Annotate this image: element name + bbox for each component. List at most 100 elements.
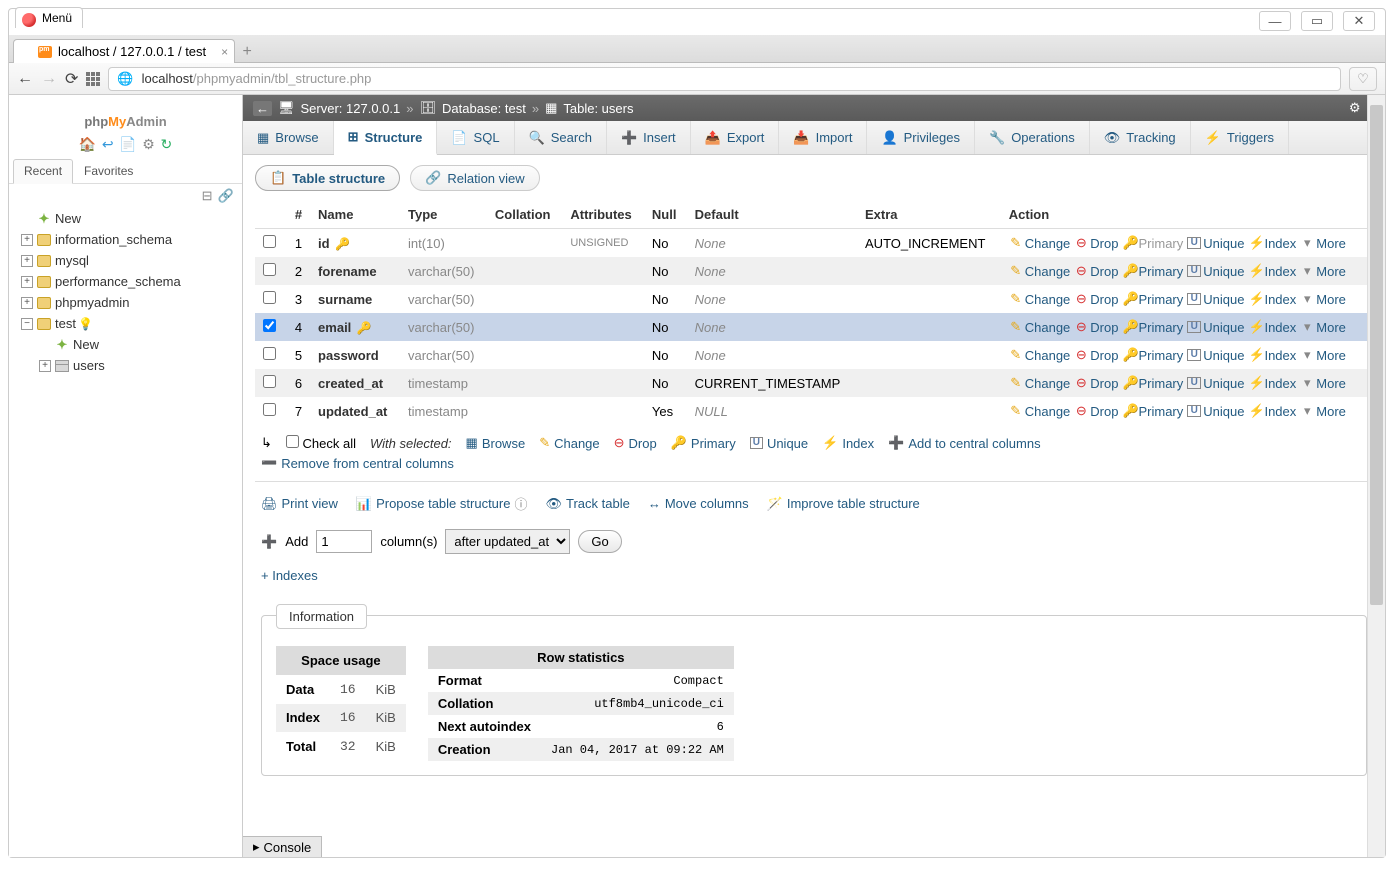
reload-icon[interactable]: ↻: [160, 136, 172, 153]
add-count-input[interactable]: [316, 530, 372, 553]
nav-structure[interactable]: ⊞Structure: [334, 121, 438, 155]
action-change[interactable]: ✎Change: [1009, 347, 1071, 363]
bulk-browse[interactable]: ▦Browse: [466, 435, 526, 451]
tab-favorites[interactable]: Favorites: [73, 159, 144, 183]
action-index[interactable]: ⚡Index: [1248, 235, 1296, 251]
bulk-add-central[interactable]: ➕Add to central columns: [888, 435, 1040, 451]
new-tab-button[interactable]: +: [235, 42, 259, 62]
bulk-index[interactable]: ⚡Index: [822, 435, 874, 451]
bulk-drop[interactable]: ⊖Drop: [614, 435, 657, 451]
nav-operations[interactable]: 🔧Operations: [975, 121, 1090, 154]
action-primary[interactable]: 🔑Primary: [1122, 291, 1183, 307]
nav-search[interactable]: 🔍Search: [515, 121, 607, 154]
tab-close-icon[interactable]: ×: [221, 45, 228, 59]
action-change[interactable]: ✎Change: [1009, 291, 1071, 307]
go-button[interactable]: Go: [578, 530, 621, 553]
action-drop[interactable]: ⊖Drop: [1074, 319, 1118, 335]
action-primary[interactable]: 🔑Primary: [1122, 347, 1183, 363]
action-primary[interactable]: 🔑Primary: [1122, 263, 1183, 279]
collapse-icon[interactable]: ⊟: [202, 188, 213, 203]
action-drop[interactable]: ⊖Drop: [1074, 347, 1118, 363]
nav-sql[interactable]: 📄SQL: [437, 121, 514, 154]
bulk-unique[interactable]: UUnique: [750, 436, 808, 451]
action-index[interactable]: ⚡Index: [1248, 403, 1296, 419]
bookmark-button[interactable]: ♡: [1349, 67, 1377, 91]
row-checkbox[interactable]: [263, 235, 276, 248]
docs-icon[interactable]: 📄: [119, 136, 136, 153]
browser-tab[interactable]: localhost / 127.0.0.1 / test ×: [13, 39, 235, 63]
window-close-button[interactable]: ✕: [1343, 11, 1375, 31]
action-unique[interactable]: UUnique: [1187, 291, 1244, 307]
forward-button[interactable]: →: [41, 70, 57, 88]
action-change[interactable]: ✎Change: [1009, 319, 1071, 335]
page-settings-icon[interactable]: ⚙: [1349, 100, 1361, 116]
action-more[interactable]: ▾More: [1300, 319, 1346, 335]
action-unique[interactable]: UUnique: [1187, 375, 1244, 391]
nav-browse[interactable]: ▦Browse: [243, 121, 334, 154]
row-checkbox[interactable]: [263, 319, 276, 332]
address-bar[interactable]: 🌐 localhost/phpmyadmin/tbl_structure.php: [108, 67, 1341, 91]
move-columns[interactable]: ↔Move columns: [648, 496, 749, 511]
logout-icon[interactable]: ↩: [102, 136, 114, 153]
row-checkbox[interactable]: [263, 375, 276, 388]
console-toggle[interactable]: ▸Console: [243, 836, 322, 857]
row-checkbox[interactable]: [263, 263, 276, 276]
improve-structure[interactable]: 🪄Improve table structure: [767, 496, 920, 512]
subnav-relation-view[interactable]: 🔗Relation view: [410, 165, 540, 191]
action-change[interactable]: ✎Change: [1009, 375, 1071, 391]
propose-structure[interactable]: 📊Propose table structure ⓘ: [356, 494, 528, 513]
tab-recent[interactable]: Recent: [13, 159, 73, 184]
tree-db-test[interactable]: −test💡: [17, 313, 242, 334]
nav-import[interactable]: 📥Import: [779, 121, 867, 154]
action-unique[interactable]: UUnique: [1187, 235, 1244, 251]
tree-db-mysql[interactable]: +mysql: [17, 250, 242, 271]
action-more[interactable]: ▾More: [1300, 263, 1346, 279]
window-minimize-button[interactable]: —: [1259, 11, 1291, 31]
nav-privileges[interactable]: 👤Privileges: [867, 121, 975, 154]
vertical-scrollbar[interactable]: [1367, 95, 1385, 857]
nav-export[interactable]: 📤Export: [691, 121, 780, 154]
tree-test-new[interactable]: ✦New: [17, 334, 242, 355]
action-index[interactable]: ⚡Index: [1248, 375, 1296, 391]
settings-icon[interactable]: ⚙: [142, 136, 155, 153]
add-position-select[interactable]: after updated_at: [445, 529, 570, 554]
subnav-table-structure[interactable]: 📋Table structure: [255, 165, 400, 191]
link-icon[interactable]: 🔗: [218, 188, 234, 203]
action-index[interactable]: ⚡Index: [1248, 347, 1296, 363]
action-change[interactable]: ✎Change: [1009, 263, 1071, 279]
action-unique[interactable]: UUnique: [1187, 319, 1244, 335]
action-index[interactable]: ⚡Index: [1248, 291, 1296, 307]
action-change[interactable]: ✎Change: [1009, 235, 1071, 251]
nav-back-icon[interactable]: ←: [253, 101, 272, 116]
tree-db-performance_schema[interactable]: +performance_schema: [17, 271, 242, 292]
action-drop[interactable]: ⊖Drop: [1074, 263, 1118, 279]
action-more[interactable]: ▾More: [1300, 347, 1346, 363]
window-maximize-button[interactable]: ▭: [1301, 11, 1333, 31]
print-view[interactable]: 🖨Print view: [261, 496, 338, 512]
action-unique[interactable]: UUnique: [1187, 403, 1244, 419]
action-primary[interactable]: 🔑Primary: [1122, 375, 1183, 391]
check-all[interactable]: Check all: [286, 435, 356, 451]
indexes-toggle[interactable]: + Indexes: [255, 564, 1373, 587]
action-primary[interactable]: 🔑Primary: [1122, 403, 1183, 419]
bc-server[interactable]: Server: 127.0.0.1: [301, 101, 401, 116]
action-index[interactable]: ⚡Index: [1248, 319, 1296, 335]
nav-triggers[interactable]: ⚡Triggers: [1191, 121, 1289, 154]
bulk-primary[interactable]: 🔑Primary: [671, 435, 736, 451]
speed-dial-button[interactable]: [86, 72, 100, 86]
back-button[interactable]: ←: [17, 70, 33, 88]
bulk-remove-central[interactable]: ➖Remove from central columns: [261, 455, 454, 471]
bc-table[interactable]: Table: users: [563, 101, 633, 116]
action-unique[interactable]: UUnique: [1187, 263, 1244, 279]
tree-new[interactable]: ✦New: [17, 208, 242, 229]
tree-db-phpmyadmin[interactable]: +phpmyadmin: [17, 292, 242, 313]
action-drop[interactable]: ⊖Drop: [1074, 403, 1118, 419]
action-more[interactable]: ▾More: [1300, 291, 1346, 307]
track-table[interactable]: 👁Track table: [545, 496, 629, 512]
reload-button[interactable]: ⟳: [65, 69, 78, 89]
opera-menu-button[interactable]: Menü: [15, 7, 83, 28]
bc-database[interactable]: Database: test: [442, 101, 526, 116]
nav-insert[interactable]: ➕Insert: [607, 121, 691, 154]
home-icon[interactable]: 🏠: [79, 136, 96, 153]
row-checkbox[interactable]: [263, 347, 276, 360]
